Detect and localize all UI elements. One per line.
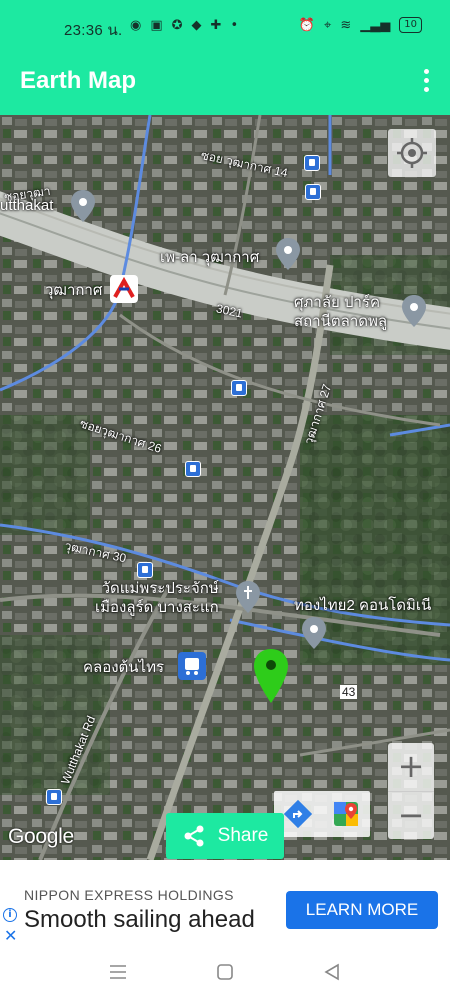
map-label: ศุภาลัย ปาร์ค สถานีตลาดพลู xyxy=(294,294,388,330)
ad-close-icon[interactable]: ✕ xyxy=(4,926,17,945)
place-pin-icon[interactable] xyxy=(402,295,426,327)
status-bar: 23:36 น. ◉ ▣ ✪ ◆ ✚ • ⏰ ⌖ ≋ ▁▃▅ 10 xyxy=(0,0,450,57)
line-icon: ◉ xyxy=(130,18,142,33)
zoom-in-button[interactable]: + xyxy=(388,743,434,791)
location-icon: ⌖ xyxy=(324,17,332,33)
place-pin-icon[interactable] xyxy=(276,238,300,270)
my-location-button[interactable] xyxy=(388,129,436,177)
map-label: utthakat xyxy=(0,197,54,214)
messenger-icon: ✪ xyxy=(171,18,183,33)
ad-headline: Smooth sailing ahead xyxy=(24,906,255,933)
share-label: Share xyxy=(217,825,269,846)
satellite-map[interactable]: ซอยวุฒา utthakat ซอย วุฒากาศ 14 วุฒากาศ … xyxy=(0,115,450,860)
bus-stop-icon[interactable] xyxy=(305,184,321,200)
map-label: คลองต้นไทร xyxy=(83,659,165,676)
notification-icons: ◉ ▣ ✪ ◆ ✚ • xyxy=(130,18,238,33)
map-label: วุฒากาศ xyxy=(45,282,103,299)
home-icon[interactable] xyxy=(215,962,235,982)
map-toolbar xyxy=(274,791,370,837)
notification-icon: ▣ xyxy=(150,18,163,33)
crosshair-icon xyxy=(397,138,427,168)
train-station-icon[interactable] xyxy=(110,275,138,303)
ad-sponsor: NIPPON EXPRESS HOLDINGS xyxy=(24,887,234,903)
zoom-controls: + − xyxy=(388,743,434,839)
signal-icon: ▁▃▅ xyxy=(360,17,391,33)
directions-icon xyxy=(283,799,313,829)
system-nav-bar xyxy=(0,946,450,1000)
ad-cta-button[interactable]: LEARN MORE xyxy=(286,891,438,929)
route-shield: 43 xyxy=(340,685,358,699)
map-imagery xyxy=(0,115,450,860)
map-label: ทองไทย2 คอนโดมิเนี xyxy=(294,597,432,614)
status-time: 23:36 น. xyxy=(64,22,123,39)
share-button[interactable]: Share xyxy=(166,813,284,859)
back-icon[interactable] xyxy=(322,962,342,982)
open-google-maps-button[interactable] xyxy=(322,791,370,837)
ad-banner[interactable]: i ✕ NIPPON EXPRESS HOLDINGS Smooth saili… xyxy=(0,876,450,946)
gamepad-icon: ✚ xyxy=(210,18,222,33)
alarm-icon: ⏰ xyxy=(298,17,316,33)
place-pin-icon[interactable] xyxy=(302,617,326,649)
app-bar: Earth Map xyxy=(0,57,450,115)
bus-stop-icon[interactable] xyxy=(304,155,320,171)
map-label: วัดแม่พระประจักษ์ เมืองลูร์ด บางสะแก xyxy=(95,580,219,616)
church-pin-icon[interactable] xyxy=(236,581,260,613)
ad-info-icon[interactable]: i xyxy=(3,908,17,922)
selected-location-marker-icon[interactable] xyxy=(254,649,288,703)
bus-stop-icon[interactable] xyxy=(185,461,201,477)
google-logo: Google xyxy=(8,825,74,848)
system-icons: ⏰ ⌖ ≋ ▁▃▅ 10 xyxy=(299,17,422,33)
recents-icon[interactable] xyxy=(108,962,128,982)
app-title: Earth Map xyxy=(20,67,137,94)
dot-icon: • xyxy=(230,18,239,33)
transit-station-icon[interactable] xyxy=(178,652,206,680)
map-label: เพ-ลา วุฒากาศ xyxy=(160,249,260,266)
bus-stop-icon[interactable] xyxy=(137,562,153,578)
google-maps-icon xyxy=(334,802,358,826)
zoom-out-button[interactable]: − xyxy=(388,792,434,840)
app-icon: ◆ xyxy=(191,18,202,33)
bus-stop-icon[interactable] xyxy=(46,789,62,805)
battery-icon: 10 xyxy=(399,17,422,33)
overflow-menu-icon[interactable] xyxy=(420,69,432,95)
share-icon xyxy=(184,825,204,847)
place-pin-icon[interactable] xyxy=(71,190,95,222)
wifi-icon: ≋ xyxy=(340,17,352,33)
bus-stop-icon[interactable] xyxy=(231,380,247,396)
